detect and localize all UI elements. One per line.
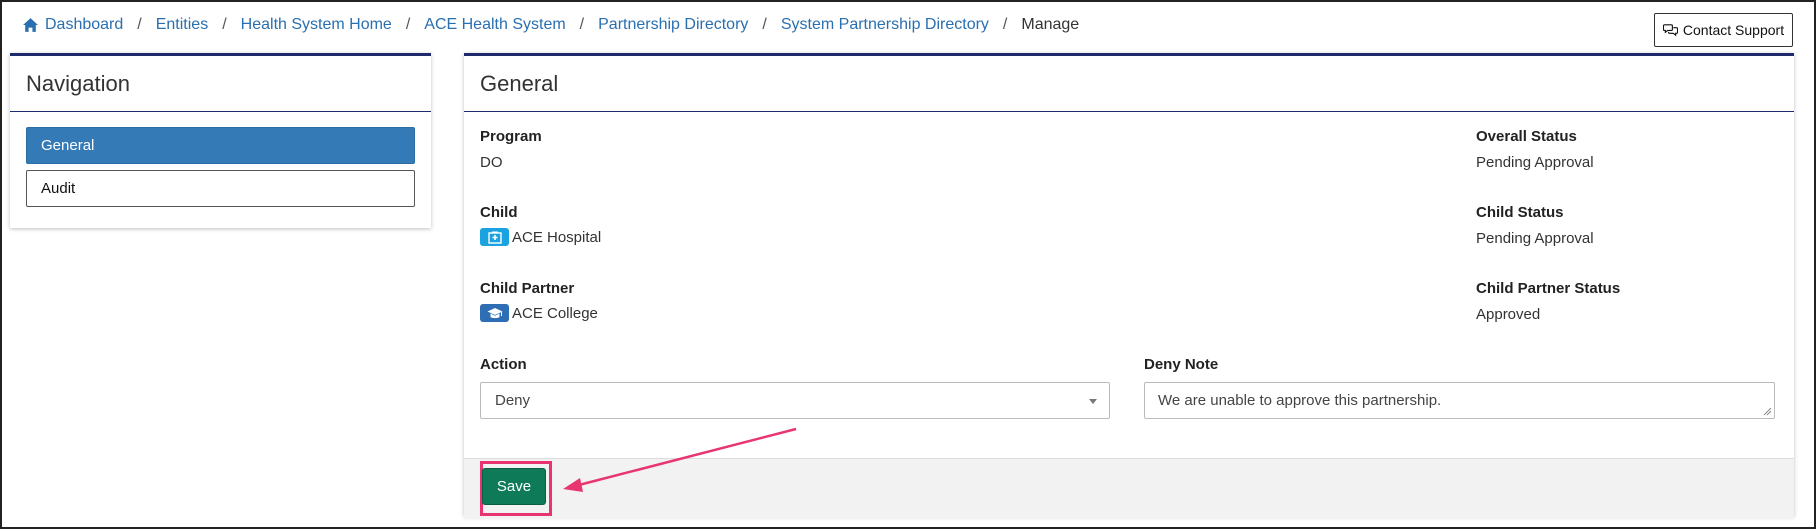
contact-support-label: Contact Support bbox=[1682, 22, 1785, 38]
breadcrumb-ace-health-system[interactable]: ACE Health System bbox=[424, 16, 565, 34]
child-status-label: Child Status bbox=[1476, 204, 1564, 221]
program-label: Program bbox=[480, 128, 542, 145]
general-fields: Program DO Overall Status Pending Approv… bbox=[464, 112, 1794, 512]
deny-note-textarea[interactable]: We are unable to approve this partnershi… bbox=[1144, 382, 1775, 419]
general-title: General bbox=[464, 56, 1794, 112]
breadcrumb-entities[interactable]: Entities bbox=[156, 16, 208, 34]
breadcrumb-system-partnership-directory[interactable]: System Partnership Directory bbox=[781, 16, 989, 34]
resize-handle-icon[interactable] bbox=[1763, 407, 1772, 416]
action-selected-value: Deny bbox=[495, 392, 531, 409]
breadcrumb-health-system-home[interactable]: Health System Home bbox=[241, 16, 392, 34]
child-value: ACE Hospital bbox=[480, 228, 601, 246]
child-partner-value: ACE College bbox=[480, 304, 598, 322]
action-select[interactable]: Deny bbox=[480, 382, 1110, 419]
navigation-panel: Navigation General Audit bbox=[10, 53, 431, 228]
nav-item-label: General bbox=[41, 137, 95, 154]
breadcrumb-partnership-directory[interactable]: Partnership Directory bbox=[598, 16, 748, 34]
child-status-value: Pending Approval bbox=[1476, 230, 1594, 247]
child-name: ACE Hospital bbox=[512, 228, 602, 246]
child-partner-status-label: Child Partner Status bbox=[1476, 280, 1621, 297]
breadcrumb-current: Manage bbox=[1021, 16, 1080, 33]
overall-status-label: Overall Status bbox=[1476, 128, 1577, 145]
child-partner-label: Child Partner bbox=[480, 280, 575, 297]
breadcrumb-label: Dashboard bbox=[45, 16, 124, 33]
breadcrumb-separator: / bbox=[137, 16, 142, 33]
home-icon bbox=[23, 18, 38, 32]
breadcrumb-separator: / bbox=[579, 16, 585, 33]
nav-item-general[interactable]: General bbox=[26, 127, 415, 164]
program-value: DO bbox=[480, 154, 503, 171]
breadcrumb-separator: / bbox=[762, 16, 767, 33]
overall-status-value: Pending Approval bbox=[1476, 154, 1594, 171]
child-label: Child bbox=[480, 204, 518, 221]
contact-support-button[interactable]: Contact Support bbox=[1654, 13, 1793, 47]
general-panel: General Program DO Overall Status Pendin… bbox=[464, 53, 1794, 519]
save-button[interactable]: Save bbox=[482, 468, 546, 505]
breadcrumb-separator: / bbox=[222, 16, 227, 33]
chevron-down-icon bbox=[1089, 399, 1097, 404]
breadcrumb-dashboard[interactable]: Dashboard bbox=[22, 16, 123, 34]
navigation-title: Navigation bbox=[10, 56, 431, 112]
hospital-icon bbox=[480, 228, 509, 246]
form-footer: Save bbox=[464, 458, 1794, 519]
navigation-list: General Audit bbox=[10, 112, 431, 207]
nav-item-label: Audit bbox=[41, 180, 76, 197]
breadcrumb-separator: / bbox=[1002, 16, 1008, 33]
chat-bubbles-icon bbox=[1662, 24, 1678, 37]
child-partner-status-value: Approved bbox=[1476, 306, 1541, 323]
deny-note-label: Deny Note bbox=[1144, 356, 1219, 373]
breadcrumb: Dashboard / Entities / Health System Hom… bbox=[22, 14, 1079, 36]
breadcrumb-separator: / bbox=[405, 16, 411, 33]
nav-item-audit[interactable]: Audit bbox=[26, 170, 415, 207]
action-label: Action bbox=[480, 356, 527, 373]
graduation-cap-icon bbox=[480, 304, 509, 322]
deny-note-value: We are unable to approve this partnershi… bbox=[1158, 392, 1442, 409]
child-partner-name: ACE College bbox=[512, 304, 598, 322]
